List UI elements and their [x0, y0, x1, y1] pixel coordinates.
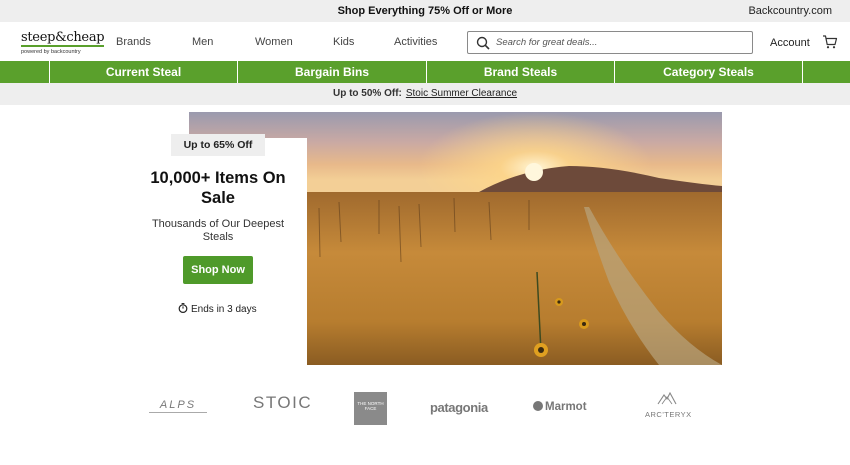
brand-patagonia-logo[interactable]: patagonia — [430, 400, 488, 415]
hero-subtitle: Thousands of Our Deepest Steals — [151, 218, 285, 243]
brand-marmot-logo[interactable]: Marmot — [533, 401, 587, 413]
discount-badge: Up to 65% Off — [171, 134, 265, 156]
brand-alps-logo[interactable]: ALPS — [147, 399, 209, 415]
cart-icon[interactable] — [822, 34, 838, 50]
backcountry-link[interactable]: Backcountry.com — [748, 5, 832, 17]
nav-activities[interactable]: Activities — [394, 36, 437, 48]
search-icon — [476, 36, 490, 50]
tab-brand-steals[interactable]: Brand Steals — [426, 61, 614, 83]
tab-divider-end — [802, 61, 850, 83]
marmot-mark-icon — [533, 401, 543, 411]
countdown: Ends in 3 days — [178, 303, 257, 315]
countdown-text: Ends in 3 days — [191, 304, 257, 315]
tab-category-steals[interactable]: Category Steals — [614, 61, 802, 83]
brand-arcteryx-logo[interactable]: ARC'TERYX — [645, 391, 691, 419]
hero-title: 10,000+ Items On Sale — [150, 169, 286, 207]
logo-tagline: powered by backcountry — [21, 49, 81, 55]
nav-women[interactable]: Women — [255, 36, 293, 48]
sale-band-lead: Up to 50% Off: — [332, 88, 402, 99]
brand-stoic-logo[interactable]: STOIC — [253, 393, 312, 413]
nav-men[interactable]: Men — [192, 36, 213, 48]
tab-current-steal[interactable]: Current Steal — [49, 61, 237, 83]
sale-band-link[interactable]: Stoic Summer Clearance — [406, 88, 517, 99]
promo-text[interactable]: Shop Everything 75% Off or More — [0, 5, 850, 17]
nav-kids[interactable]: Kids — [333, 36, 354, 48]
search-input[interactable]: Search for great deals... — [496, 37, 597, 48]
site-logo[interactable]: steep&cheap powered by backcountry — [21, 28, 105, 58]
green-nav-bar: Current Steal Bargain Bins Brand Steals … — [0, 61, 850, 83]
nav-brands[interactable]: Brands — [116, 36, 151, 48]
search-box[interactable]: Search for great deals... — [467, 31, 753, 54]
top-promo-bar: Shop Everything 75% Off or More Backcoun… — [0, 0, 850, 22]
timer-icon — [178, 303, 188, 313]
logo-wordmark: steep&cheap — [21, 30, 105, 47]
brand-tnf-logo[interactable]: THE NORTH FACE — [354, 392, 387, 425]
shop-now-button[interactable]: Shop Now — [183, 256, 253, 284]
account-link[interactable]: Account — [770, 37, 810, 49]
sale-band: Up to 50% Off: Stoic Summer Clearance — [0, 83, 850, 105]
alps-underline — [149, 412, 207, 413]
tab-bargain-bins[interactable]: Bargain Bins — [237, 61, 426, 83]
arcteryx-bird-icon — [657, 391, 677, 405]
site-header: steep&cheap powered by backcountry Brand… — [0, 22, 850, 62]
